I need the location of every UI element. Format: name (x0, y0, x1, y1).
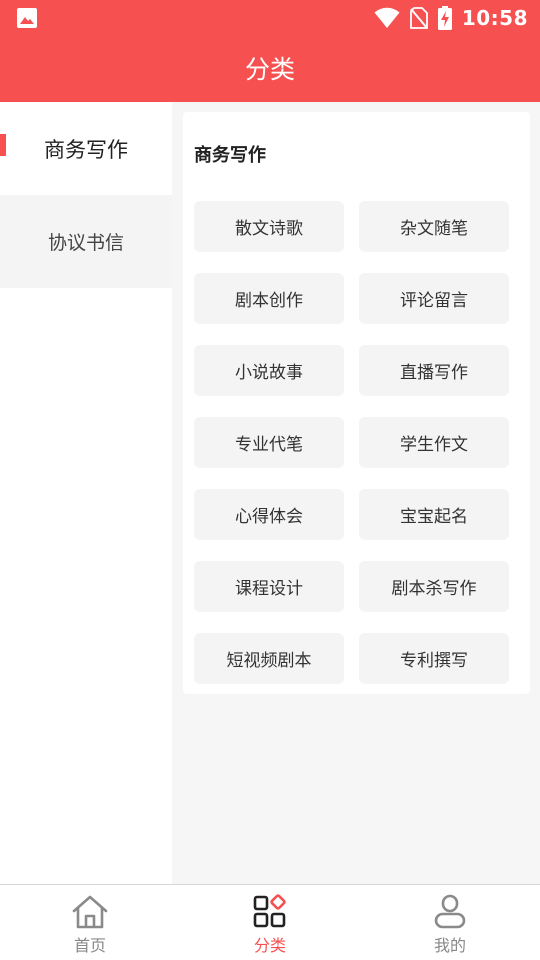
tag-button[interactable]: 剧本创作 (194, 273, 344, 324)
tag-button[interactable]: 心得体会 (194, 489, 344, 540)
status-bar: 10:58 (0, 0, 540, 36)
app-header: 10:58 分类 (0, 0, 540, 102)
category-sidebar: 商务写作 协议书信 (0, 102, 172, 884)
section-title: 商务写作 (194, 145, 266, 166)
tag-button[interactable]: 小说故事 (194, 345, 344, 396)
tab-label: 分类 (253, 936, 286, 955)
sidebar-item-business-writing[interactable]: 商务写作 (0, 102, 172, 195)
tab-label: 首页 (73, 936, 106, 955)
category-grid-icon (253, 894, 286, 928)
status-time: 10:58 (461, 6, 528, 30)
tag-button[interactable]: 散文诗歌 (194, 201, 344, 252)
tag-button[interactable]: 评论留言 (359, 273, 509, 324)
tab-home[interactable]: 首页 (0, 885, 180, 960)
tag-button[interactable]: 课程设计 (194, 561, 344, 612)
sidebar-item-agreements-letters[interactable]: 协议书信 (0, 195, 172, 288)
subcategory-card: 商务写作 散文诗歌 杂文随笔 剧本创作 评论留言 小说故事 直播写作 专业代笔 … (183, 112, 530, 694)
battery-charging-icon (437, 6, 452, 30)
tag-button[interactable]: 宝宝起名 (359, 489, 509, 540)
home-icon (72, 895, 108, 929)
tab-label: 我的 (433, 936, 466, 955)
image-notification-icon (17, 8, 37, 28)
page-title: 分类 (244, 55, 295, 84)
tag-button[interactable]: 专业代笔 (194, 417, 344, 468)
sidebar-item-label: 协议书信 (47, 232, 124, 254)
tab-category[interactable]: 分类 (180, 885, 360, 960)
bottom-tab-bar: 首页 分类 我的 (0, 884, 540, 960)
tag-button[interactable]: 直播写作 (359, 345, 509, 396)
active-indicator (0, 134, 6, 156)
sidebar-item-label: 商务写作 (44, 137, 128, 162)
tag-button[interactable]: 学生作文 (359, 417, 509, 468)
tag-button[interactable]: 专利撰写 (359, 633, 509, 684)
no-sim-icon (409, 7, 428, 29)
tag-button[interactable]: 杂文随笔 (359, 201, 509, 252)
tag-button[interactable]: 短视频剧本 (194, 633, 344, 684)
wifi-icon (374, 7, 400, 29)
user-icon (434, 894, 466, 929)
tag-button[interactable]: 剧本杀写作 (359, 561, 509, 612)
tab-mine[interactable]: 我的 (360, 885, 540, 960)
